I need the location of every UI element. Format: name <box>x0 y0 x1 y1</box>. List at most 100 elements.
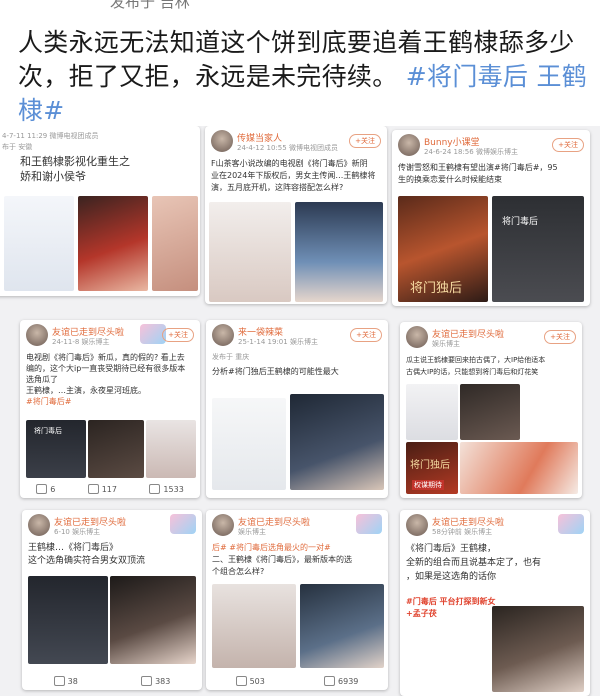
post-meta: 24-6-24 18:56 微博娱乐博主 <box>424 148 518 156</box>
post-meta: 4-7-11 11:29 微博电视团成员 <box>2 132 99 140</box>
avatar[interactable] <box>398 134 420 156</box>
post-image[interactable] <box>492 606 584 692</box>
comment-count[interactable]: 503 <box>235 676 265 686</box>
post-stats: 38 383 <box>22 676 202 686</box>
post-card-5[interactable]: 来一袋辣菜 25-1-14 19:01 娱乐博主 +关注 发布于 重庆 分析#将… <box>206 320 388 498</box>
post-card-4[interactable]: 友谊已走到尽头啦 24-11-8 娱乐博主 +关注 电视剧《将门毒后》新瓜，真的… <box>20 320 200 498</box>
post-image[interactable] <box>110 576 196 664</box>
follow-button[interactable]: +关注 <box>350 328 382 342</box>
location-text: 发布于 吉林 <box>110 0 190 11</box>
avatar[interactable] <box>28 514 50 536</box>
post-image[interactable] <box>88 420 144 478</box>
comment-count[interactable]: 117 <box>87 484 117 494</box>
post-text: 《将门毒后》王鹤棣， <box>406 544 497 554</box>
comment-count[interactable]: 38 <box>53 676 78 686</box>
poster-title: 将门毒后 <box>34 427 62 435</box>
like-icon <box>149 484 161 494</box>
post-image[interactable] <box>460 442 578 494</box>
follow-button[interactable]: +关注 <box>162 328 194 342</box>
post-image[interactable] <box>212 584 296 668</box>
poster-subtitle: 权谋期待 <box>412 480 444 490</box>
post-text: 业在2024年下版权后，男女主传闻…王鹤棣将 <box>211 171 376 180</box>
follow-button[interactable]: +关注 <box>552 138 584 152</box>
screenshot-collage[interactable]: 4-7-11 11:29 微博电视团成员 布于 安徽 和王鹤棣影视化重生之 娇和… <box>0 126 600 696</box>
repost-icon <box>36 484 48 494</box>
post-image[interactable] <box>146 420 196 478</box>
avatar[interactable] <box>212 514 234 536</box>
post-image[interactable] <box>300 584 384 668</box>
post-text: F山茶客小说改编的电视剧《将门毒后》新阴 <box>211 159 368 168</box>
post-text: 分析#将门独后王鹤棣的可能性最大 <box>212 367 339 376</box>
hashtag-link[interactable]: #将门毒后# <box>26 396 194 407</box>
post-card-3[interactable]: Bunny小课堂 24-6-24 18:56 微博娱乐博主 +关注 传谢雪怒和王… <box>392 130 590 306</box>
post-meta: 25-1-14 19:01 娱乐博主 <box>238 338 318 346</box>
post-text: 电视剧《将门毒后》新瓜，真的假的? 看上去 <box>26 353 185 362</box>
post-image[interactable] <box>290 394 384 490</box>
post-meta: 娱乐博主 <box>432 340 460 348</box>
like-count[interactable]: 6939 <box>324 676 358 686</box>
post-text: 编的，这个大ip一直丧受期待已经有很多版本 <box>26 364 186 373</box>
post-image[interactable]: 将门毒后 <box>26 420 86 478</box>
badge-icon <box>558 514 584 534</box>
post-image[interactable] <box>295 202 383 302</box>
comment-icon <box>235 676 247 686</box>
post-card-2[interactable]: 传媒当家人 24-4-12 10:55 微博电视团成员 +关注 F山茶客小说改编… <box>205 126 387 304</box>
post-meta: 娱乐博主 <box>238 528 266 536</box>
post-stats: 6 117 1533 <box>20 484 200 494</box>
like-icon <box>324 676 336 686</box>
post-image[interactable] <box>212 398 286 490</box>
post-image[interactable] <box>406 384 458 440</box>
post-meta: 6-10 娱乐博主 <box>54 528 101 536</box>
like-count[interactable]: 1533 <box>149 484 184 494</box>
poster-title: 将门独后 <box>410 281 463 296</box>
post-text: 古偶大IP的话，只能想到将门毒后和灯花笑 <box>406 368 539 376</box>
like-icon <box>141 676 153 686</box>
post-meta: 布于 安徽 <box>2 143 33 151</box>
post-text: 这个选角确实符合男女双顶流 <box>28 556 146 566</box>
post-image[interactable] <box>152 196 198 291</box>
post-image[interactable]: 将门独后 <box>398 196 488 302</box>
post-text: 生的换乘恋爱什么时候能结束 <box>398 175 502 184</box>
post-stats: 503 6939 <box>206 676 388 686</box>
post-headline: 人类永远无法知道这个饼到底要追着王鹤棣舔多少次，拒了又拒，永远是未完待续。 #将… <box>18 26 588 128</box>
post-meta: 发布于 重庆 <box>212 353 250 361</box>
post-card-9[interactable]: 友谊已走到尽头啦 58分钟前 娱乐博主 《将门毒后》王鹤棣， 全新的组合而且说基… <box>400 510 590 696</box>
post-meta: 24-4-12 10:55 微博电视团成员 <box>237 144 338 152</box>
post-meta: 58分钟前 娱乐博主 <box>432 528 493 536</box>
post-text: ，如果是这选角的话你 <box>406 572 497 582</box>
post-image[interactable]: 将门毒后 <box>492 196 584 302</box>
post-text: 传谢雪怒和王鹤棣有望出演#将门毒后#，95 <box>398 163 558 172</box>
post-text: 演，五月底开机，这阵容搭配怎么样? <box>211 183 344 192</box>
badge-icon <box>170 514 196 534</box>
post-card-6[interactable]: 友谊已走到尽头啦 娱乐博主 +关注 瓜主说王鹤棣要回来拍古偶了，大IP给他适本 … <box>400 322 582 498</box>
follow-button[interactable]: +关注 <box>544 330 576 344</box>
avatar[interactable] <box>406 514 428 536</box>
post-text: 选角瓜了 <box>26 375 58 384</box>
follow-button[interactable]: +关注 <box>349 134 381 148</box>
repost-count[interactable]: 6 <box>36 484 55 494</box>
post-text: 瓜主说王鹤棣要回来拍古偶了，大IP给他适本 <box>406 356 546 364</box>
like-count[interactable]: 383 <box>141 676 170 686</box>
badge-icon <box>356 514 382 534</box>
comment-icon <box>53 676 65 686</box>
post-meta: 24-11-8 娱乐博主 <box>52 338 110 346</box>
hashtag-link[interactable]: 后# #将门毒后选角最火的一对# <box>212 542 382 554</box>
post-image[interactable] <box>460 384 520 440</box>
post-card-7[interactable]: 友谊已走到尽头啦 6-10 娱乐博主 王鹤棣…《将门毒后》 这个选角确实符合男女… <box>22 510 202 690</box>
post-card-1[interactable]: 4-7-11 11:29 微博电视团成员 布于 安徽 和王鹤棣影视化重生之 娇和… <box>0 126 200 296</box>
post-text: 王鹤棣…《将门毒后》 <box>28 543 119 553</box>
post-image[interactable]: 将门独后 权谋期待 <box>406 442 458 494</box>
avatar[interactable] <box>211 130 233 152</box>
avatar[interactable] <box>212 324 234 346</box>
post-text: 娇和谢小侯爷 <box>20 170 86 183</box>
post-image[interactable] <box>209 202 291 302</box>
avatar[interactable] <box>406 326 428 348</box>
post-card-8[interactable]: 友谊已走到尽头啦 娱乐博主 后# #将门毒后选角最火的一对# 二、王鹤棣《将门毒… <box>206 510 388 690</box>
avatar[interactable] <box>26 324 48 346</box>
post-text: 和王鹤棣影视化重生之 <box>20 155 130 168</box>
post-image[interactable] <box>4 196 74 291</box>
post-text: 个组合怎么样? <box>212 567 265 576</box>
post-image[interactable] <box>28 576 108 664</box>
post-text: 全新的组合而且说基本定了，也有 <box>406 558 542 568</box>
post-image[interactable] <box>78 196 148 291</box>
